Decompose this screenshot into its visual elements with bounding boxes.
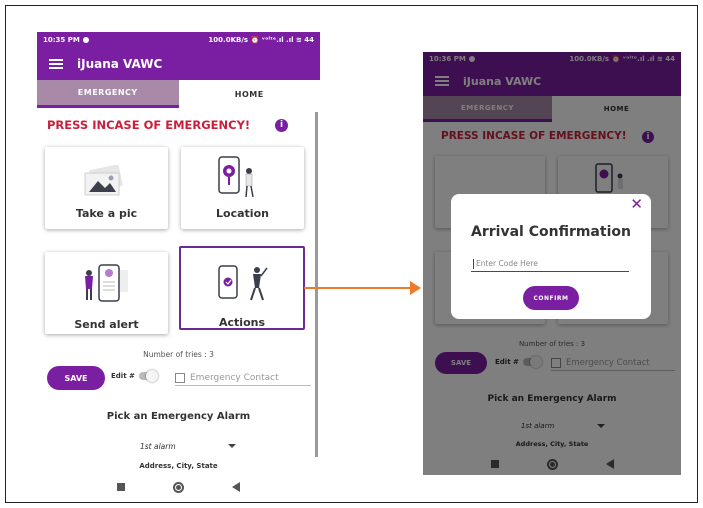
save-button[interactable]: SAVE (47, 366, 105, 390)
scrollbar[interactable] (315, 112, 318, 457)
hamburger-menu-icon[interactable] (49, 58, 63, 69)
phone-screen-dialog: 10:36 PM 100.0KB/s ⏰ ᵛᵒˡᵗᵉ.ıl .ıl ≋ 44 i… (423, 52, 681, 475)
edit-number-label: Edit # (111, 372, 135, 380)
status-indicators: 100.0KB/s ⏰ ᵛᵒˡᵗᵉ.ıl .ıl ≋ 44 (208, 35, 314, 44)
arrival-confirmation-dialog: ✕ Arrival Confirmation Enter Code Here C… (451, 194, 651, 319)
arrow-head-icon (410, 281, 421, 295)
location-label: Location (216, 207, 269, 220)
emergency-contact-placeholder: Emergency Contact (190, 372, 279, 383)
home-circle-icon[interactable] (173, 481, 184, 493)
tries-counter: Number of tries : 3 (143, 350, 214, 359)
actions-card[interactable]: Actions (179, 246, 305, 330)
app-title: iJuana VAWC (77, 56, 163, 71)
alarm-select-value[interactable]: 1st alarm (140, 442, 176, 451)
emergency-contact-field[interactable]: Emergency Contact (175, 370, 311, 386)
system-nav-bar (37, 480, 320, 494)
status-time: 10:35 PM (43, 35, 80, 44)
send-alert-card[interactable]: Send alert (45, 252, 168, 334)
chevron-down-icon[interactable] (228, 444, 236, 448)
transition-arrow-line (304, 287, 414, 289)
edit-number-toggle[interactable]: Edit # (111, 370, 158, 382)
notification-dot-icon (82, 36, 89, 43)
pick-alarm-heading: Pick an Emergency Alarm (106, 411, 251, 422)
checkbox-icon[interactable] (175, 372, 185, 383)
app-bar: iJuana VAWC (37, 47, 320, 80)
tab-bar: EMERGENCY HOME (37, 80, 320, 108)
tab-home[interactable]: HOME (178, 80, 320, 108)
tab-emergency[interactable]: EMERGENCY (37, 80, 179, 108)
actions-label: Actions (219, 316, 265, 329)
recents-icon[interactable] (117, 483, 125, 491)
back-icon[interactable] (232, 482, 240, 492)
location-card[interactable]: Location (181, 147, 304, 229)
code-input-placeholder: Enter Code Here (476, 259, 538, 268)
map-pin-icon (218, 156, 254, 198)
info-icon[interactable]: i (275, 119, 288, 132)
send-alert-label: Send alert (74, 318, 139, 331)
actions-phone-icon (218, 265, 268, 301)
code-input[interactable]: Enter Code Here (471, 256, 629, 272)
take-pic-card[interactable]: Take a pic (45, 147, 168, 229)
photo-icon (84, 165, 123, 196)
take-pic-label: Take a pic (75, 207, 138, 220)
status-bar: 10:35 PM 100.0KB/s ⏰ ᵛᵒˡᵗᵉ.ıl .ıl ≋ 44 (37, 32, 320, 47)
alert-phone-icon (85, 264, 128, 302)
dialog-title: Arrival Confirmation (471, 224, 631, 240)
toggle-switch[interactable] (138, 370, 158, 382)
close-icon[interactable]: ✕ (630, 195, 643, 213)
phone-screen-home: 10:35 PM 100.0KB/s ⏰ ᵛᵒˡᵗᵉ.ıl .ıl ≋ 44 i… (37, 32, 320, 502)
confirm-button[interactable]: CONFIRM (523, 286, 579, 310)
emergency-banner: PRESS INCASE OF EMERGENCY! (47, 118, 251, 132)
address-label: Address, City, State (139, 462, 218, 470)
